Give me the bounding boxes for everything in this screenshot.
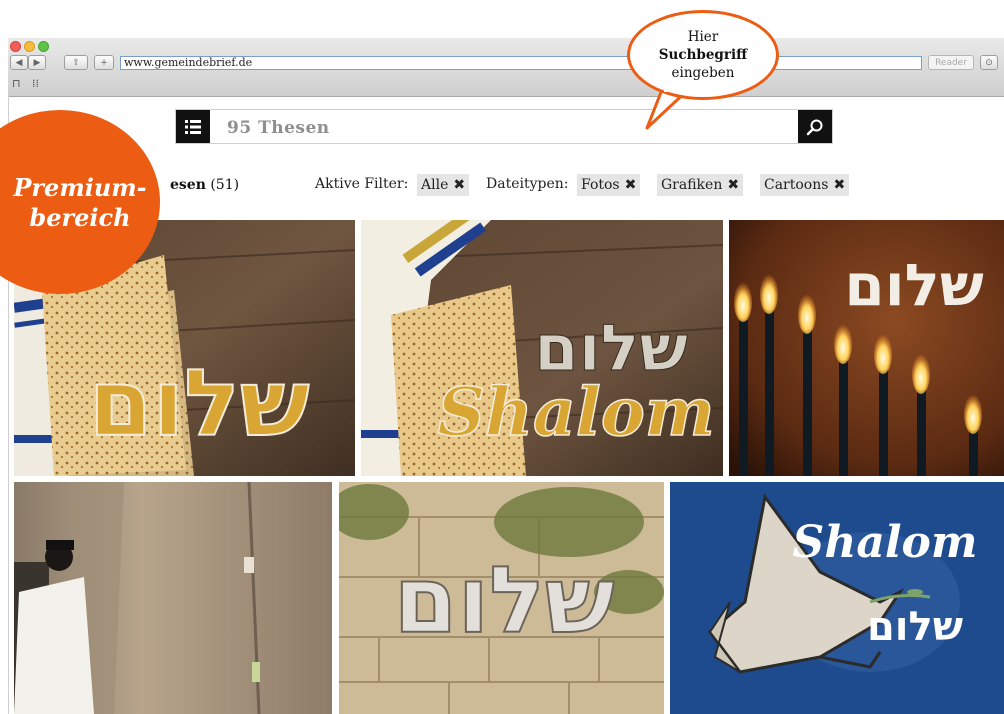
image-tile-candles[interactable]: שלום bbox=[729, 220, 1004, 476]
premium-line-2: bereich bbox=[29, 203, 131, 232]
new-tab-button[interactable]: + bbox=[94, 55, 114, 70]
remove-filter-icon[interactable]: ✖ bbox=[727, 177, 739, 193]
callout-emphasis: Suchbegriff bbox=[658, 47, 748, 63]
bookmarks-book-icon[interactable]: ⊓ bbox=[12, 77, 21, 90]
filter-chip-label: Fotos bbox=[581, 177, 620, 193]
filter-chip-label: Cartoons bbox=[764, 177, 829, 193]
forward-button[interactable]: ▶ bbox=[28, 55, 46, 70]
hebrew-shalom-text: שלום bbox=[88, 350, 309, 457]
image-tile-dove-shalom[interactable]: Shalom שלום bbox=[670, 482, 1004, 714]
callout-line-1: Hier bbox=[687, 29, 719, 45]
callout-line-3: eingeben bbox=[671, 65, 735, 81]
image-tile-western-wall-prayer[interactable] bbox=[14, 482, 332, 714]
list-menu-icon[interactable] bbox=[176, 110, 210, 143]
results-count: (51) bbox=[210, 177, 240, 193]
premium-badge-label: Premium- bereich bbox=[0, 173, 160, 233]
close-window-icon[interactable] bbox=[10, 41, 21, 52]
minimize-window-icon[interactable] bbox=[24, 41, 35, 52]
callout-tail-cover bbox=[664, 84, 694, 92]
search-callout-text: Hier Suchbegriff eingeben bbox=[627, 28, 779, 82]
hebrew-shalom-text: שלום bbox=[844, 251, 983, 319]
filter-chip-fotos[interactable]: Fotos ✖ bbox=[577, 174, 641, 196]
filetype-label: Dateitypen: bbox=[486, 176, 569, 192]
search-input[interactable]: 95 Thesen bbox=[227, 118, 330, 138]
latin-shalom-text: Shalom bbox=[437, 373, 714, 451]
remove-filter-icon[interactable]: ✖ bbox=[453, 177, 465, 193]
premium-line-1: Premium- bbox=[13, 173, 147, 202]
filter-chip-grafiken[interactable]: Grafiken ✖ bbox=[657, 174, 744, 196]
remove-filter-icon[interactable]: ✖ bbox=[833, 177, 845, 193]
image-tile-stone-wall-hebrew[interactable]: שלום bbox=[339, 482, 664, 714]
latin-shalom-text: Shalom bbox=[793, 517, 978, 568]
callout-line-2: Suchbegriff bbox=[627, 46, 779, 64]
image-tile-matzah-shalom[interactable]: שלום Shalom bbox=[361, 220, 723, 476]
hebrew-shalom-text: שלום bbox=[867, 604, 963, 650]
active-filter-label: Aktive Filter: bbox=[315, 176, 409, 192]
search-bar[interactable]: 95 Thesen bbox=[175, 109, 833, 144]
results-heading: esen (51) bbox=[170, 177, 239, 193]
share-button[interactable]: ⇪ bbox=[64, 55, 88, 70]
results-label: esen bbox=[170, 177, 206, 193]
address-bar[interactable]: www.gemeindebrief.de bbox=[120, 56, 922, 70]
filter-chip-cartoons[interactable]: Cartoons ✖ bbox=[760, 174, 850, 196]
filter-chip-label: Alle bbox=[421, 177, 449, 193]
top-sites-grid-icon[interactable]: ⁞⁞ bbox=[32, 77, 39, 90]
back-button[interactable]: ◀ bbox=[10, 55, 28, 70]
reader-button[interactable]: Reader bbox=[928, 55, 974, 70]
remove-filter-icon[interactable]: ✖ bbox=[625, 177, 637, 193]
browser-toolbar: ◀ ▶ ⇪ + www.gemeindebrief.de Reader ⊙ ⊓ … bbox=[8, 38, 1004, 97]
filter-chip-label: Grafiken bbox=[661, 177, 723, 193]
downloads-button[interactable]: ⊙ bbox=[980, 55, 998, 70]
search-icon[interactable] bbox=[798, 110, 832, 143]
filter-chip-alle[interactable]: Alle ✖ bbox=[417, 174, 470, 196]
zoom-window-icon[interactable] bbox=[38, 41, 49, 52]
hebrew-shalom-text: שלום bbox=[393, 547, 614, 654]
